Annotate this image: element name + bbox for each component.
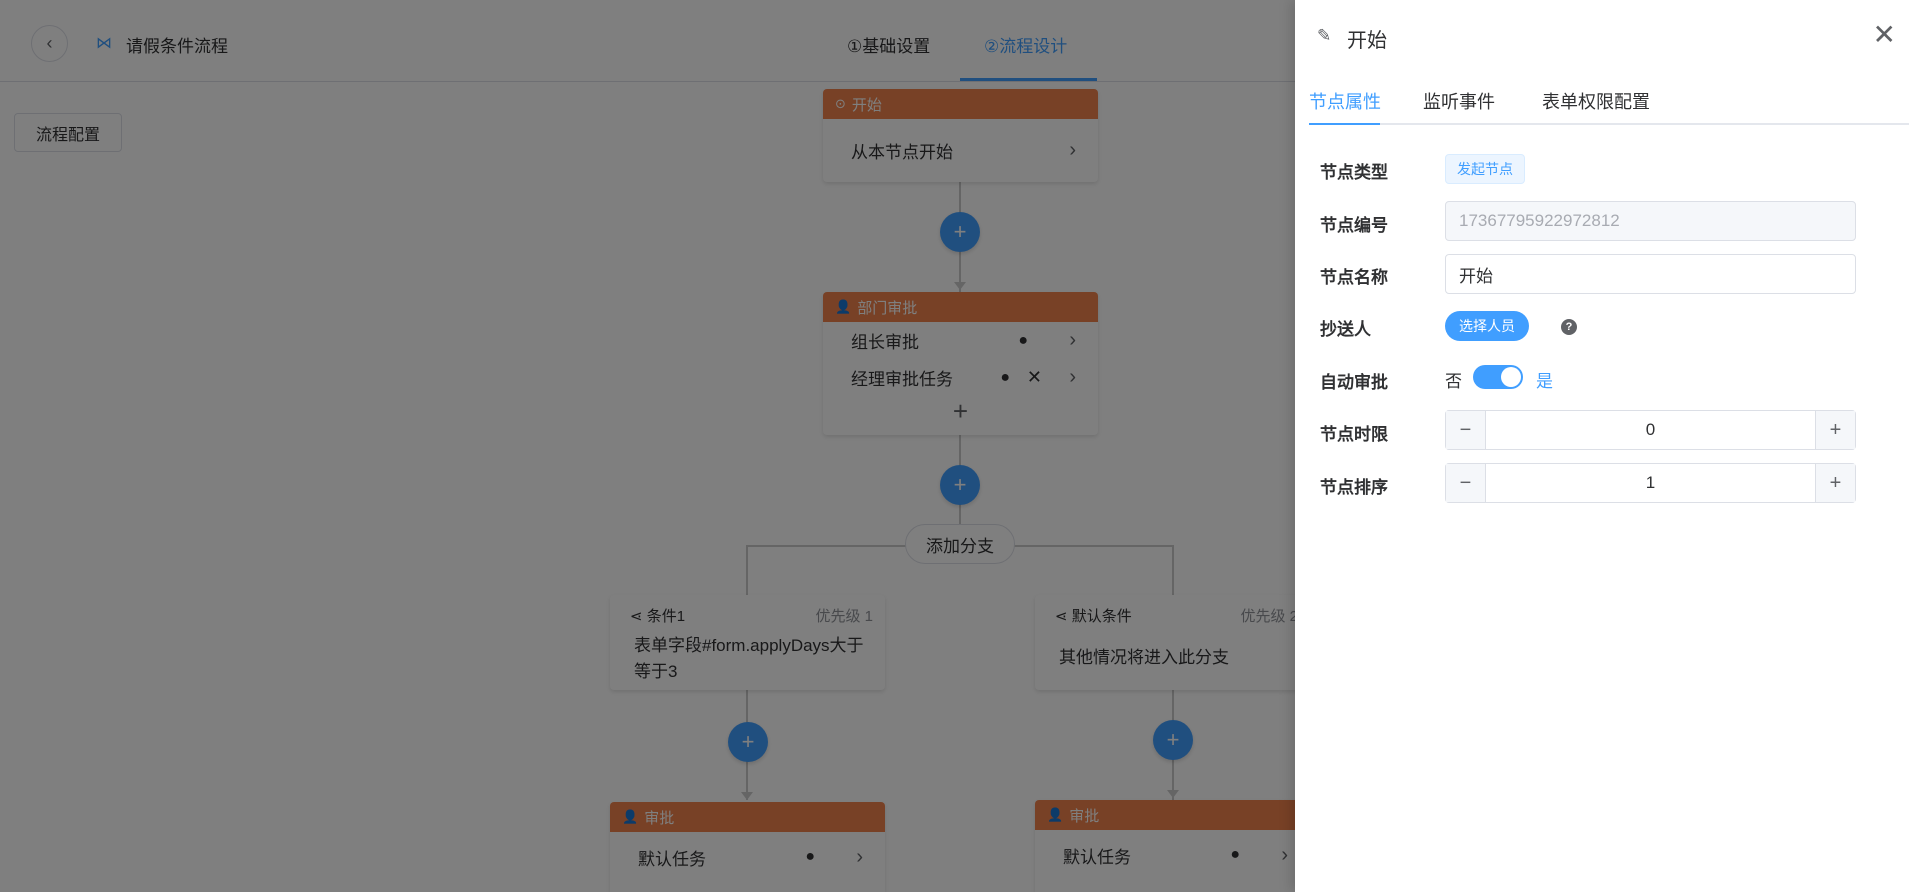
auto-approve-label: 自动审批 [1320,373,1388,392]
cc-label: 抄送人 [1320,320,1371,339]
sort-label: 节点排序 [1320,478,1388,497]
node-id-field: 17367795922972812 [1445,201,1856,241]
node-type-label: 节点类型 [1320,163,1388,182]
increment-button[interactable]: + [1815,464,1855,502]
select-person-button[interactable]: 选择人员 [1445,311,1529,341]
auto-approve-switch[interactable] [1473,365,1523,389]
edit-icon[interactable]: ✎ [1317,26,1331,46]
switch-on-text: 是 [1536,372,1553,391]
sort-stepper: − 1 + [1445,463,1856,503]
active-tab-underline [1309,123,1380,125]
time-limit-stepper: − 0 + [1445,410,1856,450]
close-icon[interactable]: ✕ [1873,20,1896,50]
drawer-tabs: 节点属性 监听事件 表单权限配置 [1309,88,1909,125]
node-type-tag: 发起节点 [1445,154,1525,184]
decrement-button[interactable]: − [1446,464,1486,502]
tab-listener-events[interactable]: 监听事件 [1423,88,1495,114]
drawer-title: 开始 [1347,30,1387,52]
decrement-button[interactable]: − [1446,411,1486,449]
help-icon[interactable]: ? [1561,319,1577,335]
node-id-label: 节点编号 [1320,216,1388,235]
tab-form-permissions[interactable]: 表单权限配置 [1542,88,1650,114]
sort-value[interactable]: 1 [1486,464,1815,502]
time-limit-value[interactable]: 0 [1486,411,1815,449]
node-settings-drawer: ✎ 开始 ✕ 节点属性 监听事件 表单权限配置 节点类型 发起节点 节点编号 1… [1295,0,1920,892]
node-name-field[interactable]: 开始 [1445,254,1856,294]
switch-knob [1501,367,1521,387]
increment-button[interactable]: + [1815,411,1855,449]
tab-node-properties[interactable]: 节点属性 [1309,88,1381,114]
switch-off-text: 否 [1445,372,1462,391]
time-limit-label: 节点时限 [1320,425,1388,444]
node-name-label: 节点名称 [1320,268,1388,287]
